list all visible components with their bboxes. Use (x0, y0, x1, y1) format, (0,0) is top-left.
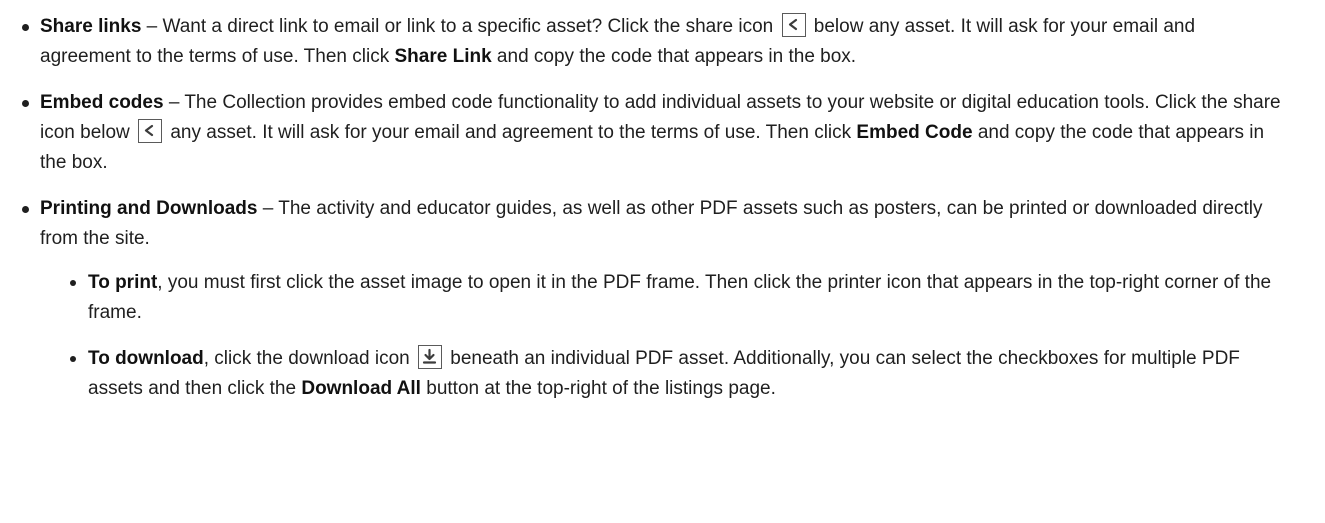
list-item-embed-codes: Embed codes – The Collection provides em… (18, 88, 1285, 178)
sub-list: To print, you must first click the asset… (40, 268, 1285, 404)
list-item-to-print: To print, you must first click the asset… (66, 268, 1285, 328)
share-icon (138, 119, 163, 143)
item-title: Embed codes (40, 92, 164, 113)
list-item-share-links: Share links – Want a direct link to emai… (18, 12, 1285, 72)
document: Share links – Want a direct link to emai… (0, 0, 1325, 523)
share-icon (781, 13, 806, 37)
list-item-to-download: To download, click the download icon ben… (66, 344, 1285, 404)
item-title: Share links (40, 16, 142, 37)
item-title: Printing and Downloads (40, 198, 258, 219)
list-item-printing-downloads: Printing and Downloads – The activity an… (18, 194, 1285, 404)
download-icon (417, 345, 442, 369)
instructions-list: Share links – Want a direct link to emai… (18, 12, 1285, 404)
